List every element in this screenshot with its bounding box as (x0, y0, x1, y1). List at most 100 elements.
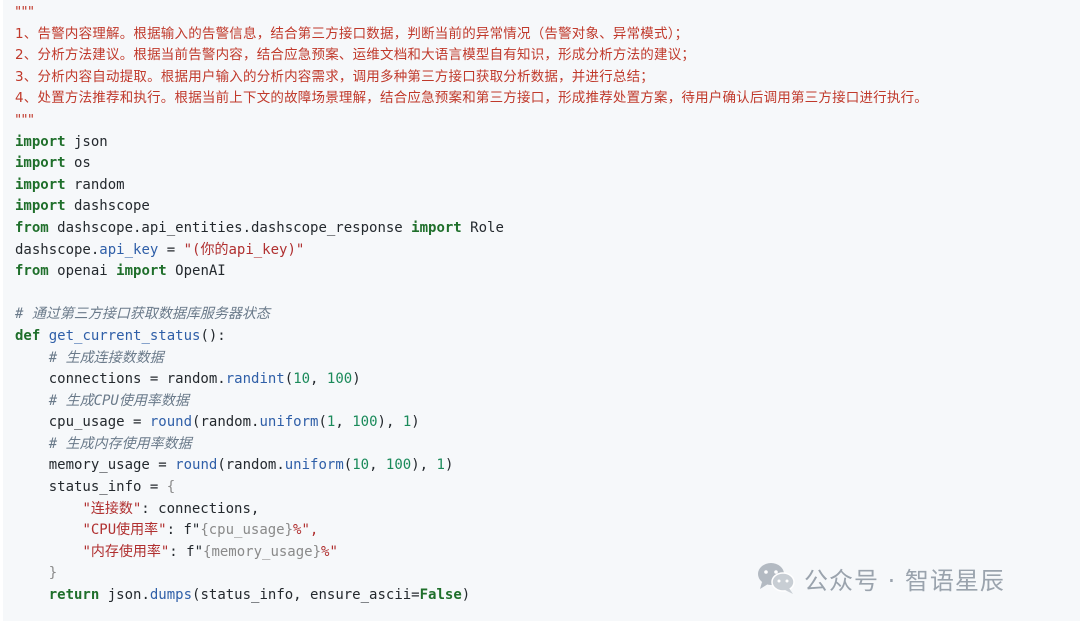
comment-mem: # 生成内存使用率数据 (48, 435, 192, 452)
code-text: ), (377, 414, 403, 431)
code-attr: api_key (99, 241, 159, 258)
code-text: , (369, 457, 386, 474)
code-string: "内存使用率" (82, 543, 170, 560)
code-text: (random. (217, 457, 285, 474)
watermark: 公众号 · 智语星辰 (756, 558, 1056, 598)
code-text: json. (99, 587, 150, 604)
code-number: 10 (352, 457, 370, 474)
code-text: cpu_usage = (48, 414, 150, 431)
code-line-key-conn: "连接数": connections, (15, 499, 1080, 521)
comment-cpu-line: # 生成CPU使用率数据 (15, 391, 1080, 413)
doc-line-2: 2、分析方法建议。根据当前告警内容，结合应急预案、运维文档和大语言模型自有知识，… (15, 47, 696, 64)
code-line-def: def get_current_status(): (15, 326, 1080, 348)
code-number: 100 (352, 414, 378, 431)
code-string: %" (321, 543, 338, 560)
keyword: def (15, 327, 41, 344)
comment-cpu: # 生成CPU使用率数据 (48, 392, 189, 409)
code-text: ) (461, 587, 471, 604)
code-text: Role (461, 219, 504, 236)
keyword: import (116, 263, 167, 280)
doc-line-1: 1、告警内容理解。根据输入的告警信息，结合第三方接口数据，判断当前的异常情况（告… (15, 25, 689, 42)
code-text: : f" (166, 522, 201, 539)
code-text: ( (318, 414, 327, 431)
code-text: connections = random. (48, 371, 226, 388)
code-number: 10 (293, 371, 311, 388)
code-call: round (175, 457, 218, 474)
code-call: randint (225, 371, 285, 388)
code-text: ), (411, 457, 437, 474)
code-text: OpenAI (166, 263, 226, 280)
code-text: = (158, 241, 184, 258)
doc-line-3: 3、分析内容自动提取。根据用户输入的分析内容需求，调用多种第三方接口获取分析数据… (15, 68, 654, 85)
code-text: , (335, 414, 353, 431)
code-text: dashscope. (15, 241, 100, 258)
code-string: "连接数" (82, 500, 142, 517)
code-fstring-expr: {memory_usage} (203, 543, 322, 560)
watermark-text: 公众号 · 智语星辰 (804, 566, 1005, 595)
code-call: dumps (149, 587, 193, 604)
code-text: random (65, 176, 125, 193)
code-text: ) (411, 414, 420, 431)
code-text: ( (284, 371, 294, 388)
code-text: memory_usage = (48, 457, 176, 474)
code-text: (random. (192, 414, 260, 431)
code-line-from-role: from dashscope.api_entities.dashscope_re… (15, 218, 1080, 240)
code-line-cpu: cpu_usage = round(random.uniform(1, 100)… (15, 412, 1080, 434)
code-brace: { (166, 479, 176, 496)
comment-mem-line: # 生成内存使用率数据 (15, 434, 1080, 456)
code-string: "CPU使用率" (82, 522, 167, 539)
code-number: 1 (402, 414, 412, 431)
code-text: dashscope.api_entities.dashscope_respons… (48, 219, 412, 236)
code-text: (): (200, 327, 226, 344)
code-number: 1 (436, 457, 445, 474)
comment-conn: # 生成连接数数据 (48, 349, 164, 366)
docstring-close: """ (15, 111, 35, 128)
code-number: 100 (326, 371, 353, 388)
keyword: False (419, 587, 462, 604)
wechat-icon (758, 563, 795, 594)
code-text: (status_info, ensure_ascii= (192, 587, 420, 604)
docstring-open: """ (15, 4, 35, 20)
code-text: dashscope (65, 198, 150, 215)
keyword: import (15, 155, 66, 172)
comment-fn: # 通过第三方接口获取数据库服务器状态 (15, 306, 270, 323)
code-line-status-info: status_info = { (15, 477, 1080, 499)
keyword: return (48, 587, 100, 604)
keyword: from (15, 219, 49, 236)
code-line-from-openai: from openai import OpenAI (15, 261, 1080, 283)
code-text: ( (343, 457, 353, 474)
function-name: get_current_status (48, 327, 201, 344)
code-text: openai (48, 263, 117, 280)
code-text: json (65, 133, 108, 150)
doc-line-4: 4、处置方法推荐和执行。根据当前上下文的故障场景理解，结合应急预案和第三方接口，… (15, 90, 928, 107)
code-text: : connections, (141, 500, 260, 517)
code-line-import-dashscope: import dashscope (15, 196, 1080, 218)
comment-conn-line: # 生成连接数数据 (15, 348, 1080, 370)
keyword: import (15, 176, 66, 193)
code-number: 100 (385, 457, 412, 474)
keyword: import (15, 198, 66, 215)
code-text: ) (444, 457, 454, 474)
code-string: %", (293, 522, 319, 539)
code-text: ) (352, 371, 361, 388)
keyword: from (15, 263, 49, 280)
code-block: """ 1、告警内容理解。根据输入的告警信息，结合第三方接口数据，判断当前的异常… (3, 0, 1080, 621)
code-call: round (149, 414, 193, 431)
code-line-import-random: import random (15, 175, 1080, 197)
code-call: uniform (259, 414, 319, 431)
code-fstring-expr: {cpu_usage} (200, 522, 294, 539)
code-line-connections: connections = random.randint(10, 100) (15, 369, 1080, 391)
code-line-api-key: dashscope.api_key = "(你的api_key)" (15, 240, 1080, 262)
code-call: uniform (284, 457, 344, 474)
code-text: os (65, 155, 91, 172)
code-brace: } (48, 565, 58, 582)
code-text: status_info = (48, 479, 167, 496)
code-line-import-os: import os (15, 153, 1080, 175)
keyword: import (15, 133, 66, 150)
code-text: , (310, 371, 327, 388)
code-string: "(你的api_key)" (183, 241, 305, 258)
code-line-memory: memory_usage = round(random.uniform(10, … (15, 455, 1080, 477)
code-line-key-cpu: "CPU使用率": f"{cpu_usage}%", (15, 520, 1080, 542)
code-line-import-json: import json (15, 132, 1080, 154)
